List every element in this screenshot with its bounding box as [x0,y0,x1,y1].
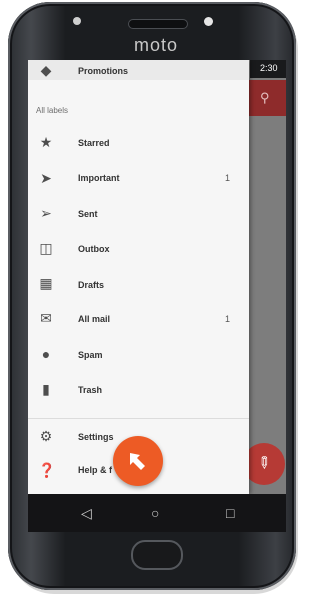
drawer-item-outbox[interactable]: Outbox [78,244,110,254]
drawer-item-all-mail[interactable]: All mail [78,314,110,324]
search-icon[interactable]: ⚲ [260,90,270,106]
spam-icon: ● [41,346,51,362]
front-camera [204,17,213,26]
drawer-item-help[interactable]: Help & f [78,465,112,475]
drawer-item-important[interactable]: Important [78,173,120,183]
status-time: 2:30 [260,63,278,73]
drawer-item-drafts[interactable]: Drafts [78,280,104,290]
brand-logo: moto [133,35,179,55]
recents-icon[interactable]: □ [226,505,234,521]
help-icon: ❓ [38,462,56,478]
proximity-sensor [73,17,81,25]
drawer-item-trash[interactable]: Trash [78,385,102,395]
outbox-icon: ◫ [39,240,53,256]
drawer-item-settings[interactable]: Settings [78,432,114,442]
drawer-item-sent[interactable]: Sent [78,209,98,219]
all-mail-icon: ✉ [40,310,52,326]
label-icon: ◆ [40,62,52,78]
navigation-drawer: ◆ Promotions All labels ★ Starred ➤ Impo… [28,60,249,494]
drawer-item-promotions[interactable]: Promotions [78,66,128,76]
send-icon: ➢ [40,205,52,221]
all-mail-count: 1 [225,314,231,324]
drawer-item-starred[interactable]: Starred [78,138,110,148]
back-icon[interactable]: ◁ [81,505,92,522]
phone-screen: ⚲ ▼◢▮ 2:30 ✎ ◆ Promotions All labels ★ S… [28,60,286,494]
fingerprint-home-button[interactable] [131,540,183,570]
important-count: 1 [225,173,231,183]
important-icon: ➤ [40,170,52,186]
home-icon[interactable]: ○ [151,505,159,521]
trash-icon: ▮ [42,381,50,397]
pointer-cursor-icon [113,436,163,486]
drafts-icon: ▦ [39,275,53,291]
earpiece-speaker [128,19,188,29]
drawer-header-row[interactable] [28,60,249,80]
star-icon: ★ [39,134,53,150]
gear-icon: ⚙ [39,428,53,444]
drawer-divider [28,418,249,419]
section-label: All labels [36,106,69,115]
drawer-item-spam[interactable]: Spam [78,350,103,360]
